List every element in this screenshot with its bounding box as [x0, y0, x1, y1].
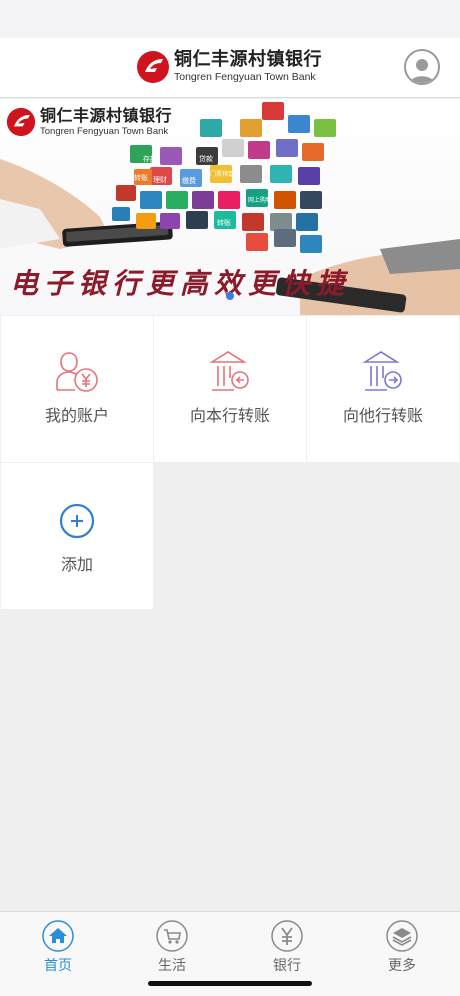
tab-bank-label: 银行	[273, 958, 301, 974]
other-bank-transfer-icon	[362, 351, 402, 391]
tab-life[interactable]: 生活	[142, 920, 202, 975]
bank-logo-icon	[137, 51, 169, 83]
tab-bank[interactable]: 银行	[257, 920, 317, 975]
home-indicator	[148, 981, 312, 986]
bank-logo-icon	[6, 107, 36, 137]
banner-slogan: 电子银行更高效更快捷	[10, 267, 351, 300]
interbank-transfer-button[interactable]: 向他行转账	[307, 316, 459, 462]
banner-tile-label: 理财	[153, 175, 167, 184]
bank-name-en: Tongren Fengyuan Town Bank	[174, 71, 316, 84]
bank-logo: 铜仁丰源村镇银行 Tongren Fengyuan Town Bank	[136, 50, 322, 84]
user-profile-button[interactable]	[404, 49, 440, 85]
banner-tile-label: 网上购物	[248, 196, 272, 204]
add-circle-icon	[59, 503, 95, 539]
yuan-icon	[271, 920, 303, 952]
banner-bank-name-en: Tongren Fengyuan Town Bank	[40, 125, 169, 137]
promo-banner[interactable]: 存款 贷款 转账 理财 缴费 门票预定 网上购物 转账 铜仁丰源村镇银行 Ton…	[0, 99, 460, 315]
bank-transfer-icon	[209, 351, 249, 391]
cart-icon	[156, 920, 188, 952]
app-header: 铜仁丰源村镇银行 Tongren Fengyuan Town Bank	[0, 38, 460, 98]
banner-tile-label: 缴费	[182, 176, 196, 185]
status-bar	[0, 0, 460, 38]
tab-more[interactable]: 更多	[372, 920, 432, 975]
carousel-indicator[interactable]	[226, 292, 234, 300]
intrabank-transfer-label: 向本行转账	[189, 406, 270, 425]
user-icon	[410, 59, 434, 83]
tab-more-label: 更多	[388, 958, 416, 974]
add-function-label: 添加	[60, 555, 93, 574]
bank-name-cn: 铜仁丰源村镇银行	[174, 49, 322, 71]
banner-tile-label: 门票预定	[210, 170, 234, 178]
banner-bank-name-cn: 铜仁丰源村镇银行	[40, 105, 173, 125]
intrabank-transfer-button[interactable]: 向本行转账	[154, 316, 306, 462]
banner-tile-label: 转账	[217, 218, 231, 227]
my-account-button[interactable]: 我的账户	[1, 316, 153, 462]
tab-home[interactable]: 首页	[28, 920, 88, 975]
add-function-button[interactable]: 添加	[1, 463, 153, 609]
tab-life-label: 生活	[158, 958, 186, 974]
layers-icon	[386, 920, 418, 952]
tab-home-label: 首页	[44, 958, 72, 974]
home-icon	[42, 920, 74, 952]
my-account-label: 我的账户	[44, 406, 109, 425]
banner-bank-logo: 铜仁丰源村镇银行 Tongren Fengyuan Town Bank	[6, 107, 172, 137]
banner-tile-label: 存款	[143, 154, 157, 163]
account-yuan-icon	[56, 352, 98, 392]
banner-tile-label: 贷款	[199, 154, 213, 163]
banner-tile-label: 转账	[134, 173, 148, 182]
interbank-transfer-label: 向他行转账	[342, 406, 423, 425]
